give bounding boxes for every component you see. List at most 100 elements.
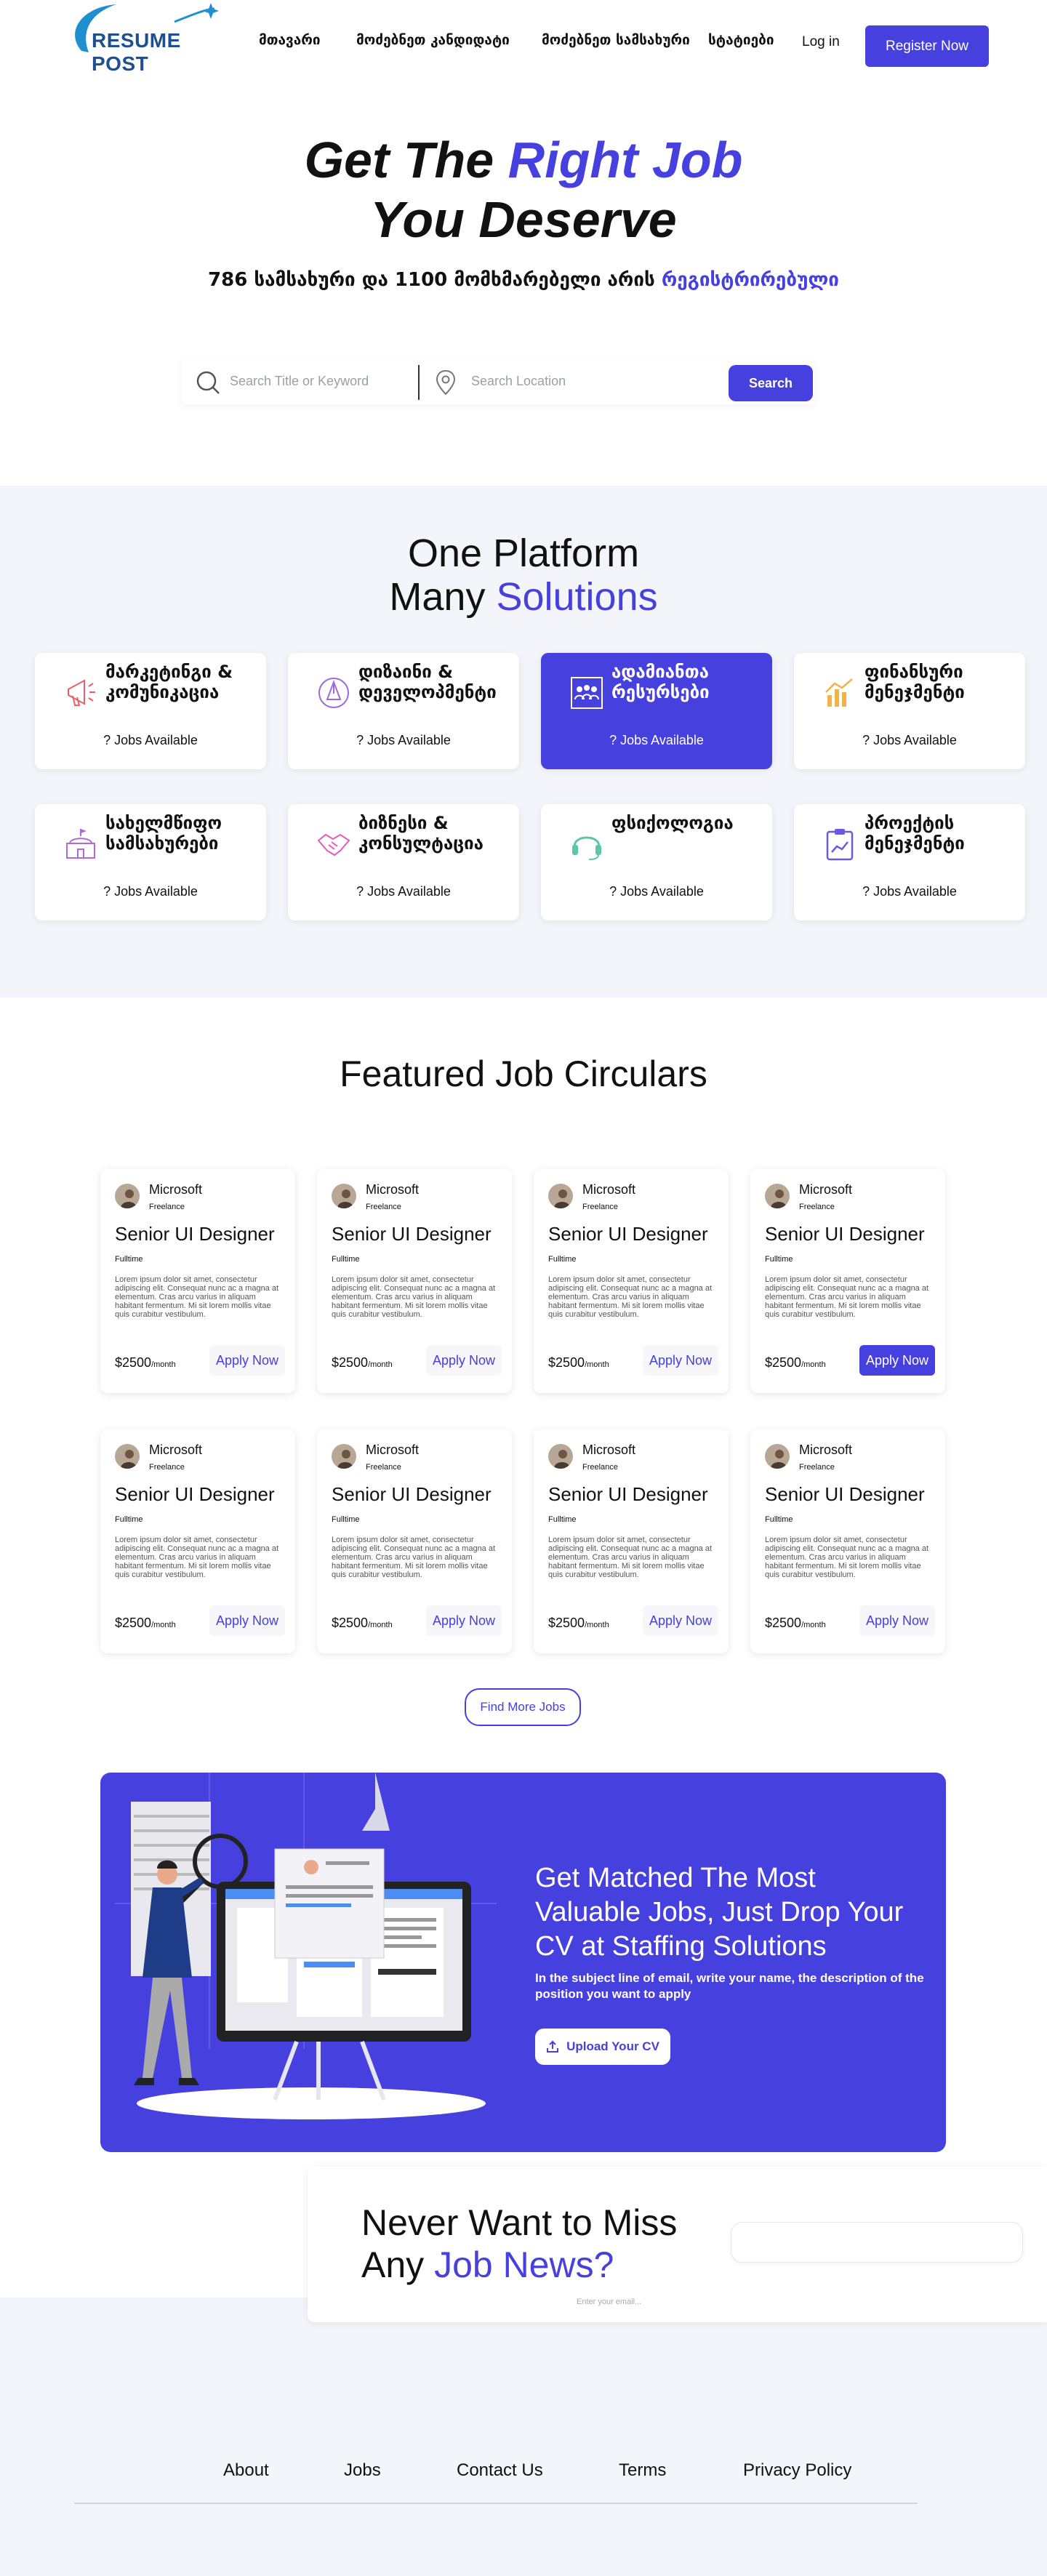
job-salary: $2500/month	[548, 1616, 609, 1631]
category-card-project-management[interactable]: პროექტის მენეჯმენტი ? Jobs Available	[794, 804, 1025, 920]
search-divider	[418, 365, 420, 400]
job-type: Freelance	[149, 1203, 185, 1211]
category-card-design[interactable]: დიზაინი & დეველოპმენტი ? Jobs Available	[288, 653, 519, 769]
salary-period: /month	[368, 1360, 393, 1369]
job-salary: $2500/month	[765, 1355, 826, 1371]
job-type: Freelance	[149, 1463, 185, 1472]
company-name: Microsoft	[366, 1182, 420, 1197]
job-title[interactable]: Senior UI Designer	[332, 1483, 492, 1506]
company-avatar	[548, 1184, 573, 1208]
job-title[interactable]: Senior UI Designer	[765, 1483, 925, 1506]
apply-now-button[interactable]: Apply Now	[859, 1345, 935, 1376]
company-avatar	[115, 1184, 140, 1208]
job-card[interactable]: Microsoft Freelance Senior UI Designer Full…	[317, 1429, 512, 1653]
avatar-icon	[548, 1444, 573, 1469]
footer-link-terms[interactable]: Terms	[619, 2460, 666, 2481]
newsletter-section: Never Want to Miss Any Job News? Enter y…	[308, 2167, 1047, 2322]
job-card[interactable]: Microsoft Freelance Senior UI Designer Full…	[317, 1169, 512, 1393]
job-salary: $2500/month	[332, 1355, 393, 1371]
category-count: ? Jobs Available	[356, 884, 451, 899]
job-type: Freelance	[582, 1463, 618, 1472]
apply-now-button[interactable]: Apply Now	[643, 1345, 718, 1376]
job-card[interactable]: Microsoft Freelance Senior UI Designer Full…	[100, 1429, 295, 1653]
job-card[interactable]: Microsoft Freelance Senior UI Designer Full…	[534, 1169, 729, 1393]
category-card-business[interactable]: ბიზნესი & კონსულტაცია ? Jobs Available	[288, 804, 519, 920]
footer-link-privacy[interactable]: Privacy Policy	[743, 2460, 851, 2481]
search-input[interactable]: Search Title or Keyword	[230, 374, 369, 389]
apply-now-button[interactable]: Apply Now	[426, 1605, 502, 1636]
job-description: Lorem ipsum dolor sit amet, consectetur …	[548, 1536, 713, 1579]
location-input[interactable]: Search Location	[471, 374, 566, 389]
job-title[interactable]: Senior UI Designer	[765, 1223, 925, 1245]
category-card-government[interactable]: სახელმწიფო სამსახურები ? Jobs Available	[35, 804, 266, 920]
salary-amount: $2500	[115, 1616, 152, 1630]
apply-now-button[interactable]: Apply Now	[209, 1345, 285, 1376]
category-card-psychology[interactable]: ფსიქოლოგია ? Jobs Available	[541, 804, 772, 920]
salary-period: /month	[585, 1360, 609, 1369]
job-description: Lorem ipsum dolor sit amet, consectetur …	[548, 1275, 713, 1319]
government-building-icon	[66, 829, 95, 859]
nav-home[interactable]: მთავარი	[259, 32, 321, 48]
job-salary: $2500/month	[548, 1355, 609, 1371]
category-card-finance[interactable]: ფინანსური მენეჯმენტი ? Jobs Available	[794, 653, 1025, 769]
job-title[interactable]: Senior UI Designer	[332, 1223, 492, 1245]
category-title: ფსიქოლოგია	[611, 813, 734, 833]
job-card[interactable]: Microsoft Freelance Senior UI Designer Full…	[750, 1429, 945, 1653]
job-title[interactable]: Senior UI Designer	[548, 1223, 708, 1245]
company-avatar	[115, 1444, 140, 1469]
salary-period: /month	[801, 1621, 826, 1629]
category-card-marketing[interactable]: მარკეტინგი & კომუნიკაცია ? Jobs Availabl…	[35, 653, 266, 769]
salary-amount: $2500	[332, 1616, 369, 1630]
job-salary: $2500/month	[332, 1616, 393, 1631]
company-name: Microsoft	[149, 1182, 203, 1197]
job-title[interactable]: Senior UI Designer	[548, 1483, 708, 1506]
footer-link-contact[interactable]: Contact Us	[457, 2460, 543, 2481]
company-avatar	[765, 1184, 790, 1208]
employment-type: Fulltime	[332, 1255, 360, 1264]
employment-type: Fulltime	[548, 1515, 577, 1524]
newsletter-email-input[interactable]	[731, 2222, 1023, 2263]
logo[interactable]: RESUME POST	[65, 0, 233, 75]
company-name: Microsoft	[582, 1182, 636, 1197]
category-count: ? Jobs Available	[609, 884, 704, 899]
job-description: Lorem ipsum dolor sit amet, consectetur …	[765, 1536, 929, 1579]
logo-text: RESUME POST	[92, 29, 181, 75]
newsletter-title-highlight: Job News?	[434, 2244, 614, 2285]
job-salary: $2500/month	[765, 1616, 826, 1631]
company-avatar	[765, 1444, 790, 1469]
job-title[interactable]: Senior UI Designer	[115, 1483, 275, 1506]
nav-find-job[interactable]: მოძებნეთ სამსახური	[542, 32, 690, 48]
register-button[interactable]: Register Now	[865, 25, 989, 67]
job-description: Lorem ipsum dolor sit amet, consectetur …	[115, 1275, 279, 1319]
job-card[interactable]: Microsoft Freelance Senior UI Designer Full…	[100, 1169, 295, 1393]
hero-title-line2: You Deserve	[370, 191, 677, 248]
find-more-jobs-button[interactable]: Find More Jobs	[465, 1688, 581, 1726]
footer-link-jobs[interactable]: Jobs	[344, 2460, 381, 2481]
job-title[interactable]: Senior UI Designer	[115, 1223, 275, 1245]
nav-find-candidate[interactable]: მოძებნეთ კანდიდატი	[356, 32, 510, 48]
search-button[interactable]: Search	[729, 365, 813, 401]
job-card[interactable]: Microsoft Freelance Senior UI Designer Full…	[750, 1169, 945, 1393]
search-bar: Search Title or Keyword Search Location …	[182, 359, 814, 404]
jobs-title: Featured Job Circulars	[340, 1054, 707, 1094]
salary-amount: $2500	[332, 1355, 369, 1370]
login-link[interactable]: Log in	[802, 34, 840, 50]
newsletter-title-text: Any	[361, 2244, 435, 2285]
employment-type: Fulltime	[765, 1255, 793, 1264]
apply-now-button[interactable]: Apply Now	[859, 1605, 935, 1636]
company-name: Microsoft	[366, 1443, 420, 1457]
category-card-hr[interactable]: ადამიანთა რესურსები ? Jobs Available	[541, 653, 772, 769]
nav-articles[interactable]: სტატიები	[708, 32, 774, 48]
apply-now-button[interactable]: Apply Now	[643, 1605, 718, 1636]
upload-cv-button[interactable]: Upload Your CV	[535, 2029, 670, 2065]
apply-now-button[interactable]: Apply Now	[426, 1345, 502, 1376]
search-icon	[196, 371, 220, 394]
avatar-icon	[332, 1184, 356, 1208]
footer-link-about[interactable]: About	[223, 2460, 269, 2481]
company-avatar	[332, 1184, 356, 1208]
apply-now-button[interactable]: Apply Now	[209, 1605, 285, 1636]
avatar-icon	[765, 1444, 790, 1469]
avatar-icon	[332, 1444, 356, 1469]
job-card[interactable]: Microsoft Freelance Senior UI Designer Full…	[534, 1429, 729, 1653]
employment-type: Fulltime	[115, 1515, 143, 1524]
